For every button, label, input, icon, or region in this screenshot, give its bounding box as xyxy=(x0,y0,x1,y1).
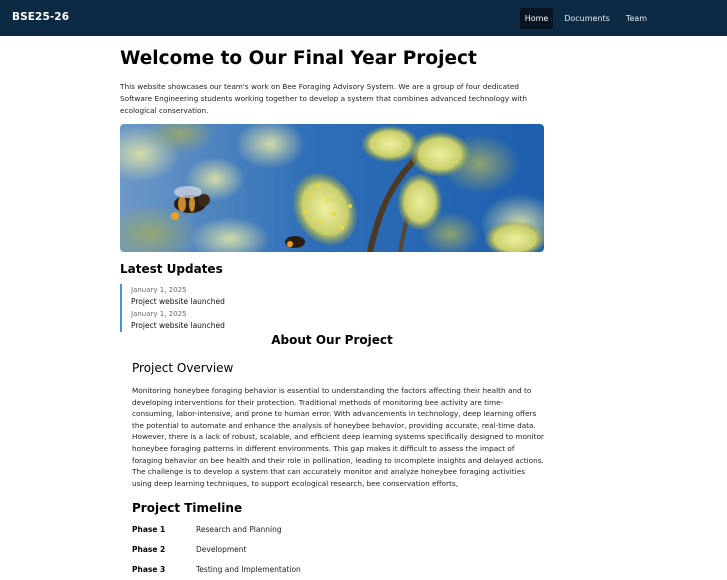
bee-on-catkins-illustration xyxy=(120,124,544,252)
update-text: Project website launched xyxy=(131,297,225,306)
brand-logo[interactable]: BSE25-26 xyxy=(12,11,69,23)
updates-title: Latest Updates xyxy=(120,262,223,276)
update-text: Project website launched xyxy=(131,321,225,330)
update-date: January 1, 2025 xyxy=(131,286,187,294)
timeline-row: Phase 1 Research and Planning xyxy=(132,524,432,536)
phase-description: Development xyxy=(196,545,247,554)
nav-link-team[interactable]: Team xyxy=(621,8,652,29)
about-title: About Our Project xyxy=(271,333,393,347)
timeline-row: Phase 3 Testing and Implementation xyxy=(132,564,432,576)
overview-paragraph: Monitoring honeybee foraging behavior is… xyxy=(132,386,544,488)
update-date: January 1, 2025 xyxy=(131,310,187,318)
timeline-title: Project Timeline xyxy=(132,501,243,515)
navbar: BSE25-26 Home Documents Team xyxy=(0,0,727,36)
phase-name: Phase 1 xyxy=(132,525,166,534)
nav-link-home[interactable]: Home xyxy=(520,8,553,29)
overview-title: Project Overview xyxy=(132,361,234,375)
updates-list: January 1, 2025 Project website launched… xyxy=(120,284,420,332)
timeline-row: Phase 2 Development xyxy=(132,544,432,556)
intro-paragraph: This website showcases our team's work o… xyxy=(120,82,528,115)
page-title: Welcome to Our Final Year Project xyxy=(120,48,477,69)
phase-description: Research and Planning xyxy=(196,525,282,534)
phase-name: Phase 3 xyxy=(132,565,166,574)
hero-image xyxy=(120,124,544,252)
phase-name: Phase 2 xyxy=(132,545,166,554)
nav-link-documents[interactable]: Documents xyxy=(561,8,613,29)
phase-description: Testing and Implementation xyxy=(196,565,301,574)
